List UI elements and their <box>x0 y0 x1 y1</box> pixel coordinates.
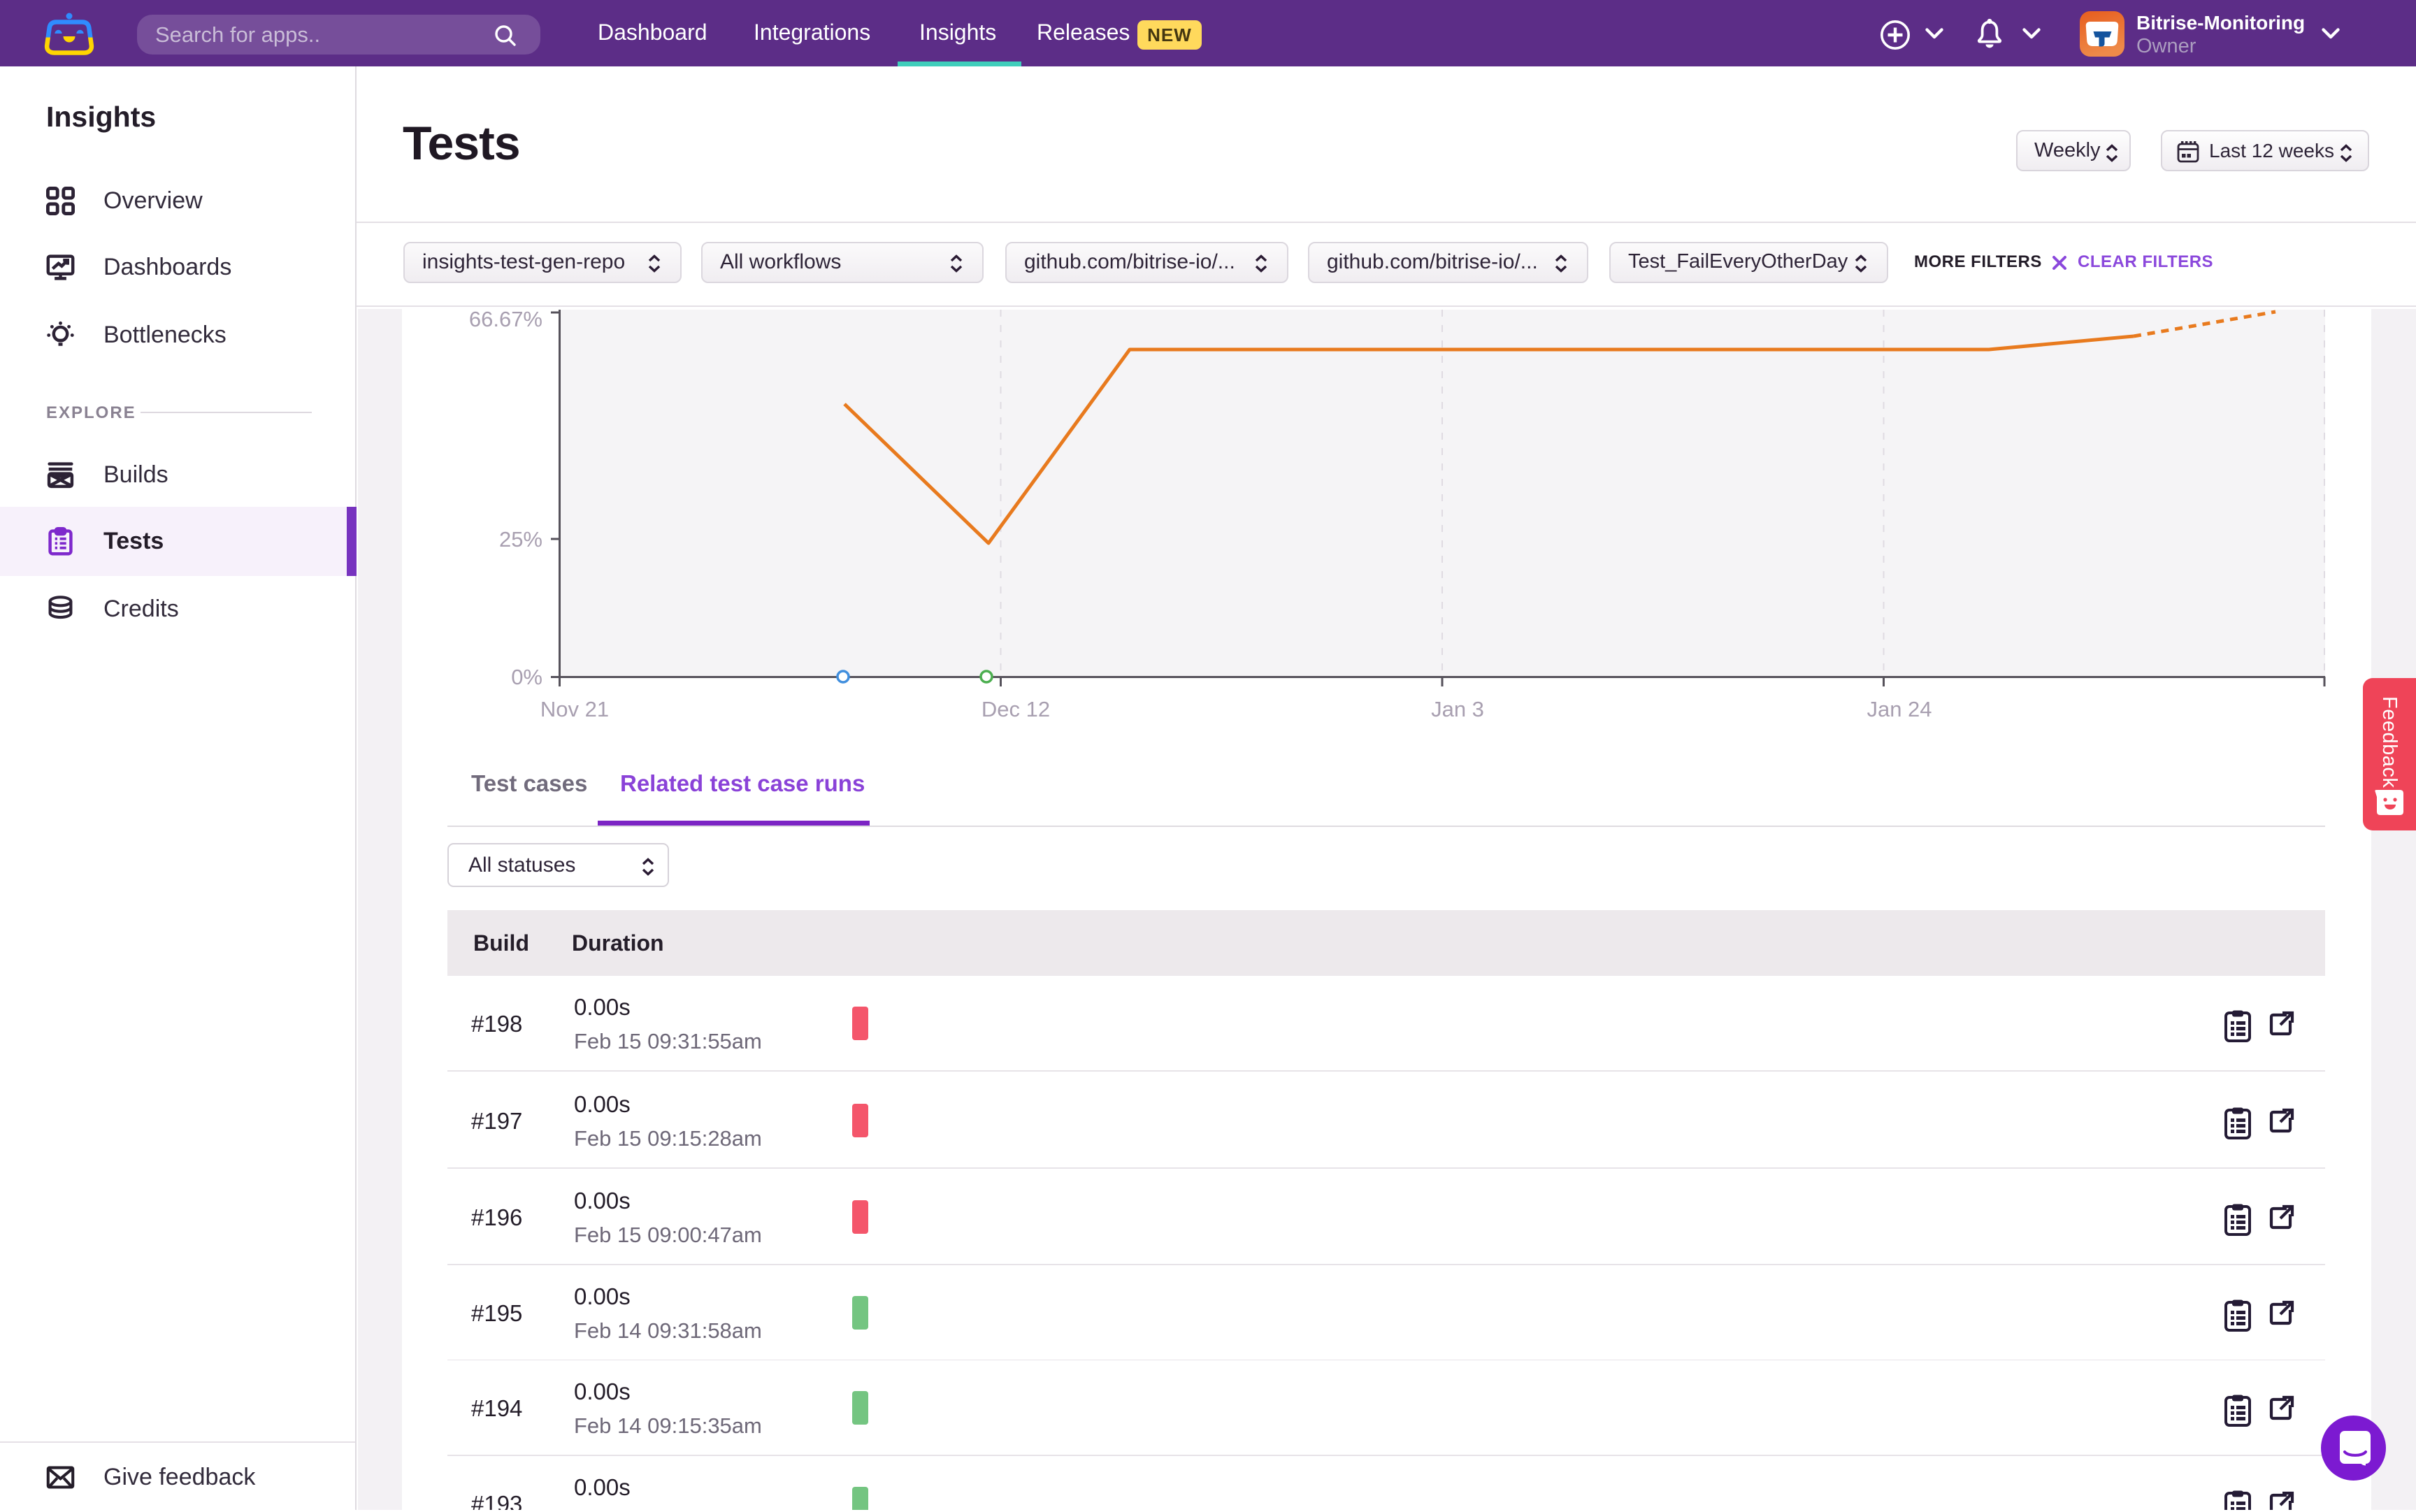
svg-text:Nov 21: Nov 21 <box>540 697 609 721</box>
svg-text:Dec 12: Dec 12 <box>982 697 1050 721</box>
svg-text:Jan 24: Jan 24 <box>1867 697 1932 721</box>
svg-text:25%: 25% <box>499 527 542 552</box>
svg-text:Jan 3: Jan 3 <box>1431 697 1484 721</box>
svg-text:0%: 0% <box>511 665 542 689</box>
svg-text:66.67%: 66.67% <box>469 310 542 331</box>
